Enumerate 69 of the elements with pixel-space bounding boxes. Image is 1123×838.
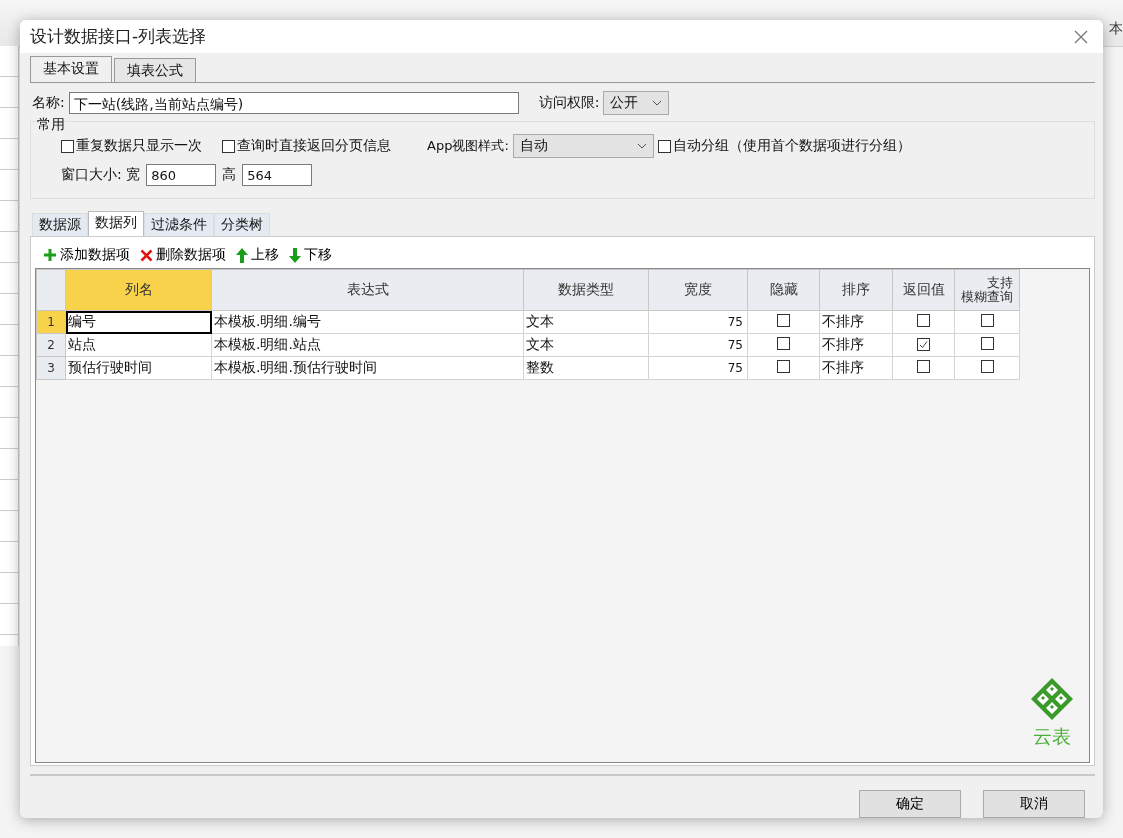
background-text: 本 [1109, 20, 1123, 38]
checkbox[interactable] [917, 314, 930, 327]
column-header[interactable]: 隐藏 [747, 269, 820, 311]
view-style-dropdown[interactable]: 自动 [512, 134, 654, 158]
checkbox-option[interactable]: 查询时直接返回分页信息 [222, 137, 391, 155]
tab[interactable]: 数据源 [32, 213, 88, 236]
caret-icon [636, 143, 647, 149]
checkbox[interactable] [917, 360, 930, 373]
checkbox[interactable] [61, 139, 74, 153]
tab[interactable]: 填表公式 [114, 58, 196, 82]
checkbox[interactable] [917, 338, 930, 351]
table-cell[interactable]: 本模板.明细.预估行驶时间 [211, 356, 524, 380]
row-number[interactable]: 2 [36, 333, 66, 357]
toolbar-button[interactable]: 删除数据项 [138, 246, 228, 264]
checkbox[interactable] [980, 337, 994, 350]
column-header[interactable]: 宽度 [648, 269, 748, 311]
height-field[interactable]: 564 [242, 164, 313, 186]
diamond-logo-icon [1029, 676, 1075, 722]
group-title: 常用 [37, 116, 65, 134]
arrow-down-icon [289, 247, 301, 263]
checkbox[interactable] [777, 314, 790, 327]
height-label: 高 [222, 166, 237, 184]
width-field[interactable]: 860 [146, 164, 217, 186]
checkbox[interactable] [657, 139, 671, 153]
logo-text: 云表 [1033, 724, 1071, 749]
toolbar-button[interactable]: 上移 [234, 246, 281, 264]
column-header[interactable]: 返回值 [892, 269, 955, 311]
table-cell[interactable]: 文本 [523, 310, 649, 334]
table-cell[interactable]: 本模板.明细.站点 [211, 333, 524, 357]
table-cell[interactable]: 本模板.明细.编号 [211, 310, 524, 334]
row-number[interactable]: 1 [36, 310, 66, 334]
checkbox[interactable] [980, 314, 994, 327]
column-header[interactable]: 列名 [65, 269, 212, 311]
view-style-label: App视图样式: [427, 137, 509, 155]
name-label: 名称: [32, 94, 65, 112]
column-header[interactable]: 表达式 [211, 269, 524, 311]
plus-icon [43, 248, 57, 262]
table-cell[interactable]: 文本 [523, 333, 649, 357]
table-cell[interactable]: 整数 [523, 356, 649, 380]
delete-icon [140, 248, 153, 262]
checkbox-option[interactable]: 自动分组（使用首个数据项进行分组） [657, 137, 911, 155]
dialog-button[interactable]: 取消 [983, 790, 1085, 818]
tab[interactable]: 过滤条件 [144, 213, 214, 236]
toolbar-button[interactable]: 下移 [287, 246, 334, 264]
column-header[interactable]: 支持模糊查询 [954, 269, 1020, 311]
access-dropdown[interactable]: 公开 [603, 91, 670, 115]
table-cell[interactable]: 站点 [65, 333, 212, 357]
window-size-label: 窗口大小: 宽 [61, 166, 141, 184]
checkbox[interactable] [777, 337, 790, 350]
row-number[interactable]: 3 [36, 356, 66, 380]
tab[interactable]: 基本设置 [30, 56, 112, 82]
window-title: 设计数据接口-列表选择 [30, 25, 207, 48]
column-header[interactable]: 排序 [819, 269, 893, 311]
column-header[interactable]: 数据类型 [523, 269, 649, 311]
dialog-button[interactable]: 确定 [859, 790, 961, 818]
toolbar-button[interactable]: 添加数据项 [41, 246, 132, 264]
access-label: 访问权限: [538, 94, 600, 112]
checkbox[interactable] [980, 360, 994, 373]
checkbox-option[interactable]: 重复数据只显示一次 [61, 137, 202, 155]
arrow-up-icon [236, 247, 248, 263]
checkbox[interactable] [222, 139, 235, 153]
caret-icon [652, 100, 663, 106]
name-field[interactable]: 下一站(线路,当前站点编号) [68, 92, 519, 114]
table-cell[interactable]: 预估行驶时间 [65, 356, 212, 380]
tab[interactable]: 数据列 [88, 211, 144, 236]
table-cell[interactable]: 编号 [65, 310, 212, 334]
tab[interactable]: 分类树 [214, 213, 270, 236]
close-icon[interactable] [1073, 28, 1089, 45]
checkbox[interactable] [777, 360, 790, 373]
